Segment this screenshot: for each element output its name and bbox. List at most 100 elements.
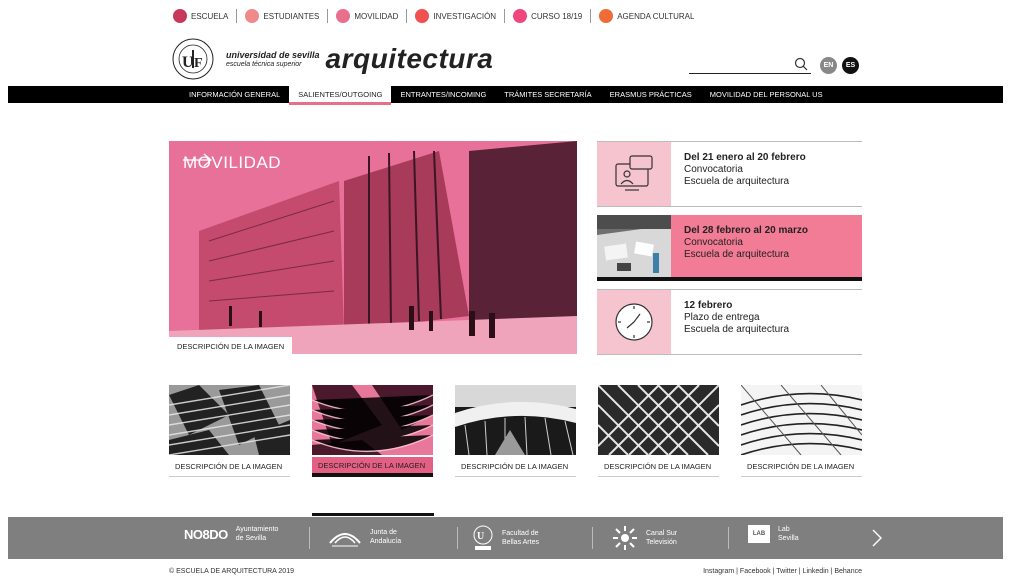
partner-name: Junta de Andalucía: [370, 529, 402, 545]
junta-logo-icon: [328, 525, 362, 549]
brand-title: arquitectura: [325, 43, 494, 74]
university-name-line2: escuela técnica superior: [226, 60, 302, 68]
event-place: Escuela de arquitectura: [684, 176, 790, 187]
event-type: Convocatoria: [684, 164, 743, 175]
toplink-label: MOVILIDAD: [354, 11, 399, 21]
nav-entrantes-incoming[interactable]: ENTRANTES/INCOMING: [391, 86, 495, 103]
divider: [728, 527, 729, 549]
partners-bar: NO8DO Ayuntamiento de Sevilla Junta de A…: [8, 517, 1003, 559]
toplink-escuela[interactable]: ESCUELA: [173, 9, 245, 23]
divider: [327, 9, 329, 23]
event-place: Escuela de arquitectura: [684, 249, 790, 260]
divider: [236, 9, 238, 23]
gallery-item-3[interactable]: DESCRIPCIÓN DE LA IMAGEN: [455, 385, 576, 477]
gallery-caption: DESCRIPCIÓN DE LA IMAGEN: [312, 457, 433, 477]
divider: [312, 513, 434, 516]
svg-text:F: F: [194, 56, 203, 71]
partner-junta[interactable]: Junta de Andalucía: [328, 525, 401, 549]
event-type: Plazo de entrega: [684, 312, 760, 323]
toplink-label: ESCUELA: [191, 11, 229, 21]
partner-ayuntamiento[interactable]: NO8DO Ayuntamiento de Sevilla: [184, 525, 278, 543]
main-nav: INFORMACIÓN GENERAL SALIENTES/OUTGOING E…: [8, 86, 1003, 105]
gallery-image: [455, 385, 576, 455]
dot-icon: [513, 9, 528, 23]
event-photo: [597, 215, 671, 277]
social-links[interactable]: Instagram | Facebook | Twitter | Linkedi…: [703, 568, 862, 575]
search-input[interactable]: [689, 73, 811, 74]
event-date: 12 febrero: [684, 300, 733, 311]
event-date: Del 28 febrero al 20 marzo: [684, 225, 808, 236]
canal-sur-logo-icon: [612, 525, 638, 551]
gallery-caption: DESCRIPCIÓN DE LA IMAGEN: [598, 457, 719, 477]
lang-es-button[interactable]: ES: [842, 57, 859, 74]
divider: [309, 527, 310, 549]
dot-icon: [173, 9, 187, 23]
gallery-caption: DESCRIPCIÓN DE LA IMAGEN: [169, 457, 290, 477]
hero-banner[interactable]: MOVILIDAD DESCRIPCIÓN DE LA IMAGEN: [169, 141, 577, 354]
gallery-image: [598, 385, 719, 455]
divider: [504, 9, 506, 23]
event-date: Del 21 enero al 20 febrero: [684, 152, 806, 163]
dot-icon: [599, 9, 614, 23]
chat-screen-icon: [597, 142, 671, 206]
event-text: 12 febrero Plazo de entrega Escuela de a…: [684, 300, 789, 336]
hero-title: MOVILIDAD: [183, 153, 287, 173]
site-logo[interactable]: U F universidad de sevilla escuela técni…: [172, 38, 493, 80]
gallery-item-1[interactable]: DESCRIPCIÓN DE LA IMAGEN: [169, 385, 290, 477]
nav-informacion-general[interactable]: INFORMACIÓN GENERAL: [180, 86, 289, 103]
university-seal-icon: U F: [172, 38, 214, 80]
hero-caption: DESCRIPCIÓN DE LA IMAGEN: [169, 337, 293, 354]
svg-text:U: U: [477, 531, 484, 542]
gallery-item-2[interactable]: DESCRIPCIÓN DE LA IMAGEN: [312, 385, 433, 477]
partner-name: Lab Sevilla: [778, 526, 799, 542]
toplink-movilidad[interactable]: MOVILIDAD: [336, 9, 415, 23]
lab-logo-icon: LAB: [748, 525, 770, 543]
university-name-line1: universidad de sevilla: [226, 49, 320, 60]
divider: [406, 9, 408, 23]
no8do-logo-icon: NO8DO: [184, 526, 228, 542]
partner-canal-sur[interactable]: Canal Sur Televisión: [612, 525, 677, 551]
gallery-image: [169, 385, 290, 455]
nav-tramites-secretaria[interactable]: TRÁMITES SECRETARÍA: [495, 86, 600, 103]
gallery-image: [741, 385, 862, 455]
partner-name: Ayuntamiento de Sevilla: [235, 526, 279, 542]
toplink-label: AGENDA CULTURAL: [617, 11, 695, 21]
nav-salientes-outgoing[interactable]: SALIENTES/OUTGOING: [289, 86, 392, 105]
divider: [592, 527, 593, 549]
event-text: Del 28 febrero al 20 marzo Convocatoria …: [684, 225, 808, 261]
toplink-label: CURSO 18/19: [531, 11, 583, 21]
gallery-image: [312, 385, 433, 455]
dot-icon: [336, 9, 351, 23]
chevron-right-icon[interactable]: [870, 529, 884, 547]
toplink-curso[interactable]: CURSO 18/19: [513, 9, 599, 23]
nav-erasmus-practicas[interactable]: ERASMUS PRÁCTICAS: [601, 86, 701, 103]
event-card-2[interactable]: Del 28 febrero al 20 marzo Convocatoria …: [597, 215, 862, 281]
dot-icon: [415, 9, 430, 23]
event-card-1[interactable]: Del 21 enero al 20 febrero Convocatoria …: [597, 141, 862, 207]
event-text: Del 21 enero al 20 febrero Convocatoria …: [684, 152, 806, 188]
toplink-agenda-cultural[interactable]: AGENDA CULTURAL: [599, 9, 694, 23]
university-name: universidad de sevilla escuela técnica s…: [226, 49, 320, 68]
event-type: Convocatoria: [684, 237, 743, 248]
partner-name: Facultad de Bellas Artes: [502, 530, 539, 546]
gallery-caption: DESCRIPCIÓN DE LA IMAGEN: [455, 457, 576, 477]
copyright-text: © ESCUELA DE ARQUITECTURA 2019: [169, 568, 294, 575]
gallery-item-5[interactable]: DESCRIPCIÓN DE LA IMAGEN: [741, 385, 862, 477]
partner-lab-sevilla[interactable]: LAB Lab Sevilla: [748, 525, 799, 543]
search-icon[interactable]: [794, 57, 808, 71]
top-links: ESCUELA ESTUDIANTES MOVILIDAD INVESTIGAC…: [173, 8, 694, 24]
event-place: Escuela de arquitectura: [684, 324, 790, 335]
gallery-caption: DESCRIPCIÓN DE LA IMAGEN: [741, 457, 862, 477]
partner-bellas-artes[interactable]: U Facultad de Bellas Artes: [472, 525, 539, 551]
event-card-3[interactable]: 12 febrero Plazo de entrega Escuela de a…: [597, 289, 862, 355]
gallery-item-4[interactable]: DESCRIPCIÓN DE LA IMAGEN: [598, 385, 719, 477]
dot-icon: [245, 9, 260, 23]
divider: [457, 527, 458, 549]
divider: [590, 9, 592, 23]
toplink-estudiantes[interactable]: ESTUDIANTES: [245, 9, 336, 23]
toplink-label: ESTUDIANTES: [263, 11, 320, 21]
toplink-investigacion[interactable]: INVESTIGACIÓN: [415, 9, 513, 23]
nav-movilidad-personal[interactable]: MOVILIDAD DEL PERSONAL US: [701, 86, 832, 103]
lang-en-button[interactable]: EN: [820, 57, 837, 74]
clock-icon: [597, 290, 671, 354]
